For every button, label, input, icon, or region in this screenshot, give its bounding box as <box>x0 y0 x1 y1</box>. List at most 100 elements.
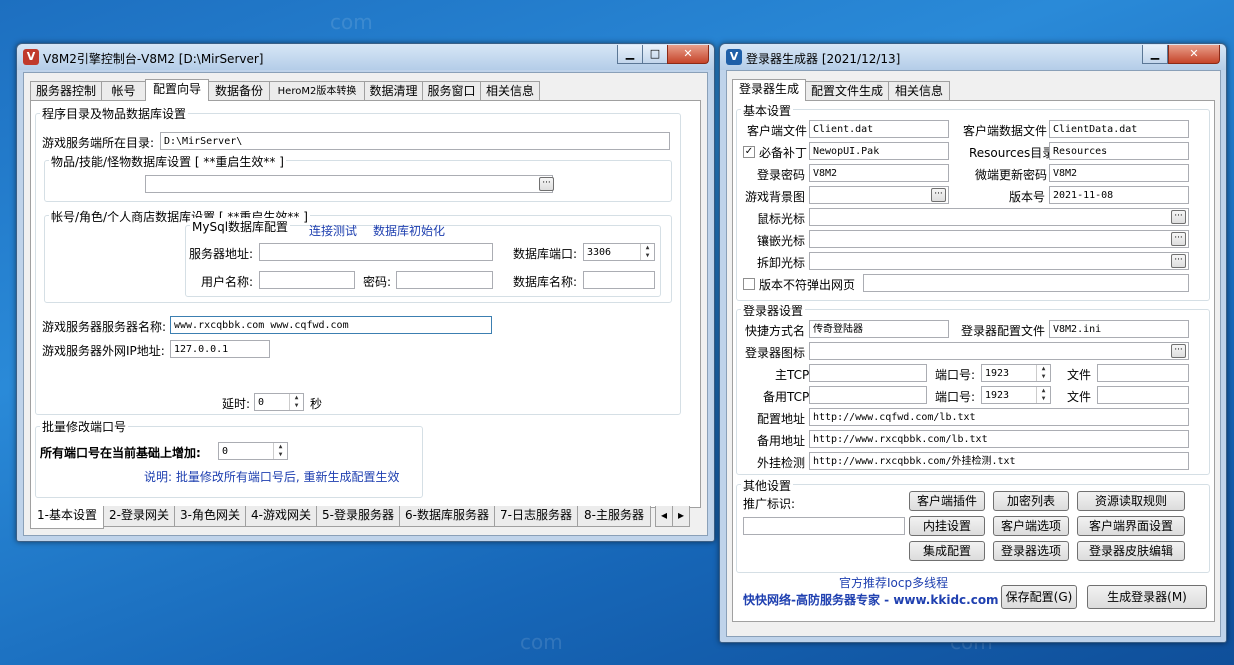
db-init-link[interactable]: 数据库初始化 <box>373 222 445 239</box>
tab-launcher-generate[interactable]: 登录器生成 <box>732 79 806 101</box>
remove-cursor-input[interactable] <box>809 252 1189 270</box>
patch-checkbox[interactable]: ✓ <box>743 146 755 158</box>
tab-main-server[interactable]: 8-主服务器 <box>577 506 651 527</box>
launcher-options-button[interactable]: 登录器选项 <box>993 541 1069 561</box>
version-input[interactable]: 2021-11-08 <box>1049 186 1189 204</box>
tab-config-generate[interactable]: 配置文件生成 <box>805 81 889 101</box>
version-popup-checkbox[interactable] <box>743 278 755 290</box>
login-pwd-input[interactable]: V8M2 <box>809 164 949 182</box>
tab-account[interactable]: 帐号 <box>101 81 146 101</box>
tab-service-window[interactable]: 服务窗口 <box>422 81 481 101</box>
browse-launcher-icon-button[interactable]: ··· <box>1171 344 1186 358</box>
main-port-value: 1923 <box>985 368 1010 379</box>
ad-link[interactable]: 快快网络-高防服务器专家 - www.kkidc.com <box>743 591 999 608</box>
browse-item-db-button[interactable]: ··· <box>539 177 554 191</box>
db-port-input[interactable]: 3306 ▲ ▼ <box>583 243 655 261</box>
batch-port-spinner[interactable]: ▲ ▼ <box>273 443 287 459</box>
server-dir-input[interactable]: D:\MirServer\ <box>160 132 670 150</box>
main-tcp-input[interactable] <box>809 364 927 382</box>
bottom-tab-bar: 1-基本设置 2-登录网关 3-角色网关 4-游戏网关 5-登录服务器 6-数据… <box>30 506 700 530</box>
save-config-button[interactable]: 保存配置(G) <box>1001 585 1077 609</box>
browse-mouse-cursor-button[interactable]: ··· <box>1171 210 1186 224</box>
config-url-input[interactable]: http://www.cqfwd.com/lb.txt <box>809 408 1189 426</box>
tab-role-gate[interactable]: 3-角色网关 <box>174 506 246 527</box>
shortcut-input[interactable]: 传奇登陆器 <box>809 320 949 338</box>
title-bar[interactable]: V 登录器生成器 [2021/12/13] ▁ ✕ <box>720 44 1226 70</box>
ip-input[interactable]: 127.0.0.1 <box>170 340 270 358</box>
server-name-input[interactable]: www.rxcqbbk.com www.cqfwd.com <box>170 316 492 334</box>
cheat-detect-input[interactable]: http://www.rxcqbbk.com/外挂检测.txt <box>809 452 1189 470</box>
username-input[interactable] <box>259 271 355 289</box>
resources-input[interactable]: Resources <box>1049 142 1189 160</box>
version-popup-input[interactable] <box>863 274 1189 292</box>
batch-port-input[interactable]: 0 ▲ ▼ <box>218 442 288 460</box>
browse-bg-button[interactable]: ··· <box>931 188 946 202</box>
tab-data-cleanup[interactable]: 数据清理 <box>364 81 423 101</box>
password-input[interactable] <box>396 271 493 289</box>
maximize-icon: □ <box>649 47 661 60</box>
client-data-input[interactable]: ClientData.dat <box>1049 120 1189 138</box>
minimize-button[interactable]: ▁ <box>617 45 643 64</box>
tab-config-wizard[interactable]: 配置向导 <box>145 79 209 101</box>
tab-db-server[interactable]: 6-数据库服务器 <box>399 506 495 527</box>
plugin-settings-button[interactable]: 内挂设置 <box>909 516 985 536</box>
db-name-input[interactable] <box>583 271 655 289</box>
backup-port-spinner[interactable]: ▲ ▼ <box>1036 387 1050 403</box>
main-port-spinner[interactable]: ▲ ▼ <box>1036 365 1050 381</box>
backup-tcp-input[interactable] <box>809 386 927 404</box>
tab-login-gate[interactable]: 2-登录网关 <box>103 506 175 527</box>
tab-scroll-right[interactable]: ▸ <box>672 506 690 527</box>
main-port-input[interactable]: 1923 ▲ ▼ <box>981 364 1051 382</box>
version-popup-label: 版本不符弹出网页 <box>759 278 856 292</box>
backup-file-input[interactable] <box>1097 386 1189 404</box>
config-file-input[interactable]: V8M2.ini <box>1049 320 1189 338</box>
update-pwd-input[interactable]: V8M2 <box>1049 164 1189 182</box>
patch-input[interactable]: NewopUI.Pak <box>809 142 949 160</box>
tab-game-gate[interactable]: 4-游戏网关 <box>245 506 317 527</box>
browse-inlay-cursor-button[interactable]: ··· <box>1171 232 1186 246</box>
db-port-spinner[interactable]: ▲ ▼ <box>640 244 654 260</box>
tab-related-info[interactable]: 相关信息 <box>480 81 540 101</box>
tab-related-info[interactable]: 相关信息 <box>888 81 950 101</box>
tab-server-control[interactable]: 服务器控制 <box>30 81 102 101</box>
backup-url-input[interactable]: http://www.rxcqbbk.com/lb.txt <box>809 430 1189 448</box>
generate-launcher-button[interactable]: 生成登录器(M) <box>1087 585 1207 609</box>
tab-basic-settings[interactable]: 1-基本设置 <box>30 506 104 529</box>
client-options-button[interactable]: 客户端选项 <box>993 516 1069 536</box>
launcher-skin-button[interactable]: 登录器皮肤编辑 <box>1077 541 1185 561</box>
browse-remove-cursor-button[interactable]: ··· <box>1171 254 1186 268</box>
close-icon: ✕ <box>1189 47 1199 60</box>
bg-input[interactable] <box>809 186 949 204</box>
inlay-cursor-input[interactable] <box>809 230 1189 248</box>
delay-spinner[interactable]: ▲ ▼ <box>289 394 303 410</box>
config-wizard-panel: 程序目录及物品数据库设置 游戏服务端所在目录: D:\MirServer\ 物品… <box>30 100 701 508</box>
client-ui-settings-button[interactable]: 客户端界面设置 <box>1077 516 1185 536</box>
title-bar[interactable]: V V8M2引擎控制台-V8M2 [D:\MirServer] ▁ □ ✕ <box>17 44 714 70</box>
tab-log-server[interactable]: 7-日志服务器 <box>494 506 578 527</box>
encrypt-list-button[interactable]: 加密列表 <box>993 491 1069 511</box>
shortcut-label: 快捷方式名 <box>745 324 806 338</box>
launcher-icon-input[interactable] <box>809 342 1189 360</box>
item-db-input[interactable] <box>145 175 553 193</box>
tab-herom2-convert[interactable]: HeroM2版本转换 <box>269 81 365 101</box>
client-plugin-button[interactable]: 客户端插件 <box>909 491 985 511</box>
integrated-config-button[interactable]: 集成配置 <box>909 541 985 561</box>
server-addr-input[interactable] <box>259 243 493 261</box>
launcher-generator-window: V 登录器生成器 [2021/12/13] ▁ ✕ 登录器生成 配置文件生成 相… <box>719 43 1227 643</box>
delay-input[interactable]: 0 ▲ ▼ <box>254 393 304 411</box>
spin-up-icon: ▲ <box>1041 365 1046 372</box>
maximize-button[interactable]: □ <box>642 45 668 64</box>
close-button[interactable]: ✕ <box>1168 45 1220 64</box>
tab-scroll-left[interactable]: ◂ <box>655 506 673 527</box>
tab-data-backup[interactable]: 数据备份 <box>208 81 270 101</box>
resource-rules-button[interactable]: 资源读取规则 <box>1077 491 1185 511</box>
promo-input[interactable] <box>743 517 905 535</box>
tab-login-server[interactable]: 5-登录服务器 <box>316 506 400 527</box>
test-connection-link[interactable]: 连接测试 <box>309 222 357 239</box>
minimize-button[interactable]: ▁ <box>1142 45 1168 64</box>
client-file-input[interactable]: Client.dat <box>809 120 949 138</box>
main-file-input[interactable] <box>1097 364 1189 382</box>
close-button[interactable]: ✕ <box>667 45 709 64</box>
mouse-cursor-input[interactable] <box>809 208 1189 226</box>
backup-port-input[interactable]: 1923 ▲ ▼ <box>981 386 1051 404</box>
